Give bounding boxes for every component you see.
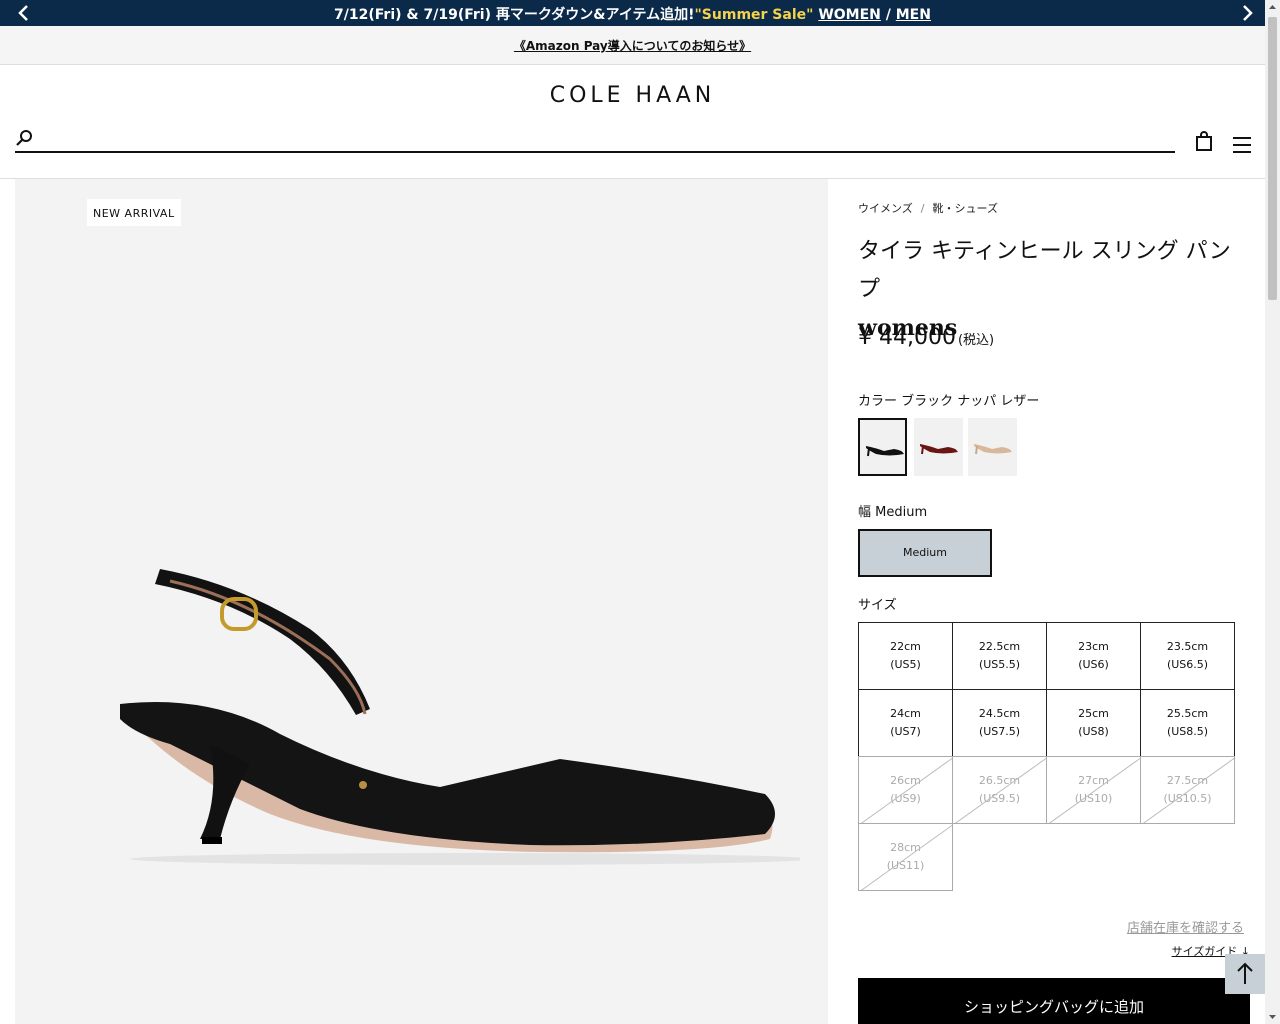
size-us: (US5.5): [978, 658, 1021, 671]
breadcrumb-women[interactable]: ウイメンズ: [858, 202, 913, 215]
size-option[interactable]: 26.5cm (US9.5): [952, 756, 1047, 824]
hamburger-menu-icon[interactable]: [1233, 137, 1251, 153]
size-cm: 22cm: [890, 640, 921, 653]
amazon-pay-notice-link[interactable]: 《Amazon Pay導入についてのお知らせ》: [514, 37, 751, 54]
size-cm: 23.5cm: [1166, 640, 1209, 653]
breadcrumb-separator: /: [920, 202, 925, 215]
width-selected-text: Medium: [875, 505, 928, 520]
size-cm: 25cm: [1078, 707, 1109, 720]
product-price: ¥ 44,000 (税込): [858, 325, 994, 350]
search-input[interactable]: [45, 129, 1165, 151]
product-image: [120, 569, 800, 865]
site-header: COLE HAAN: [0, 65, 1265, 179]
size-us: (US5): [890, 658, 921, 671]
back-to-top-button[interactable]: [1225, 954, 1265, 994]
width-label-text: 幅: [858, 505, 872, 520]
promo-text: 7/12(Fri) & 7/19(Fri) 再マークダウン&アイテム追加!: [334, 7, 695, 23]
new-arrival-badge: NEW ARRIVAL: [87, 199, 181, 226]
color-swatch-black[interactable]: [858, 418, 907, 476]
size-cm: 24.5cm: [978, 707, 1021, 720]
color-selected-text: ブラック ナッパ レザー: [901, 394, 1040, 409]
product-detail: ウイメンズ / 靴・シューズ タイラ キティンヒール スリング パンプ womens…: [858, 179, 1250, 1024]
scroll-up-arrow-icon[interactable]: [1265, 0, 1280, 15]
tax-note: (税込): [957, 333, 995, 348]
size-option[interactable]: 24cm (US7): [858, 689, 953, 757]
size-option[interactable]: 23cm (US6): [1046, 622, 1141, 690]
size-us: (US6): [1078, 658, 1109, 671]
size-cm: 23cm: [1078, 640, 1109, 653]
scroll-down-arrow-icon[interactable]: [1265, 1009, 1280, 1024]
unavailable-strike-icon: [1142, 757, 1234, 823]
color-swatch-burgundy[interactable]: [914, 418, 963, 476]
price-currency: ¥: [858, 325, 872, 350]
color-label-text: カラー: [858, 394, 898, 409]
promo-women-link[interactable]: WOMEN: [818, 7, 881, 23]
width-option-medium[interactable]: Medium: [858, 529, 992, 577]
unavailable-strike-icon: [860, 824, 952, 890]
breadcrumb-shoes[interactable]: 靴・シューズ: [933, 202, 998, 215]
product-gallery: NEW ARRIVAL: [15, 179, 828, 1024]
search-bar: [15, 129, 1175, 153]
promo-banner: 7/12(Fri) & 7/19(Fri) 再マークダウン&アイテム追加!"Su…: [0, 0, 1265, 26]
size-cm: 25.5cm: [1166, 707, 1209, 720]
size-cm: 24cm: [890, 707, 921, 720]
size-option[interactable]: 27cm (US10): [1046, 756, 1141, 824]
promo-slash: /: [885, 7, 891, 23]
search-icon[interactable]: [15, 129, 35, 149]
size-us: (US7): [890, 725, 921, 738]
size-option[interactable]: 27.5cm (US10.5): [1140, 756, 1235, 824]
size-cm: 22.5cm: [978, 640, 1021, 653]
page: 7/12(Fri) & 7/19(Fri) 再マークダウン&アイテム追加!"Su…: [0, 0, 1280, 1024]
size-option[interactable]: 26cm (US9): [858, 756, 953, 824]
size-option[interactable]: 22.5cm (US5.5): [952, 622, 1047, 690]
size-label: サイズ: [858, 598, 897, 613]
color-swatch-beige[interactable]: [968, 418, 1017, 476]
store-stock-link[interactable]: 店舗在庫を確認する: [1127, 917, 1244, 936]
scrollbar-thumb[interactable]: [1268, 17, 1277, 300]
width-label: 幅 Medium: [858, 501, 927, 520]
size-option[interactable]: 28cm (US11): [858, 823, 953, 891]
promo-message: 7/12(Fri) & 7/19(Fri) 再マークダウン&アイテム追加!"Su…: [0, 4, 1265, 24]
size-option[interactable]: 23.5cm (US6.5): [1140, 622, 1235, 690]
size-us: (US7.5): [978, 725, 1021, 738]
unavailable-strike-icon: [860, 757, 952, 823]
size-option[interactable]: 25cm (US8): [1046, 689, 1141, 757]
product-title-main: タイラ キティンヒール スリング パンプ: [858, 239, 1231, 302]
breadcrumb: ウイメンズ / 靴・シューズ: [858, 200, 998, 216]
promo-sale-text: "Summer Sale": [694, 7, 814, 23]
chevron-right-icon[interactable]: [1237, 3, 1257, 23]
size-option[interactable]: 24.5cm (US7.5): [952, 689, 1047, 757]
size-us: (US6.5): [1166, 658, 1209, 671]
scrollbar[interactable]: [1265, 0, 1280, 1024]
brand-logo[interactable]: COLE HAAN: [0, 83, 1265, 108]
size-us: (US8): [1078, 725, 1109, 738]
notice-bar: 《Amazon Pay導入についてのお知らせ》: [0, 26, 1265, 65]
unavailable-strike-icon: [1048, 757, 1140, 823]
size-option[interactable]: 22cm (US5): [858, 622, 953, 690]
unavailable-strike-icon: [954, 757, 1046, 823]
arrow-up-icon: [1237, 962, 1253, 984]
promo-men-link[interactable]: MEN: [896, 7, 931, 23]
shopping-bag-icon[interactable]: [1195, 131, 1213, 151]
size-option[interactable]: 25.5cm (US8.5): [1140, 689, 1235, 757]
color-label: カラー ブラック ナッパ レザー: [858, 390, 1039, 409]
add-to-bag-button[interactable]: ショッピングバッグに追加: [858, 978, 1250, 1024]
size-us: (US8.5): [1166, 725, 1209, 738]
price-value: 44,000: [879, 325, 956, 350]
